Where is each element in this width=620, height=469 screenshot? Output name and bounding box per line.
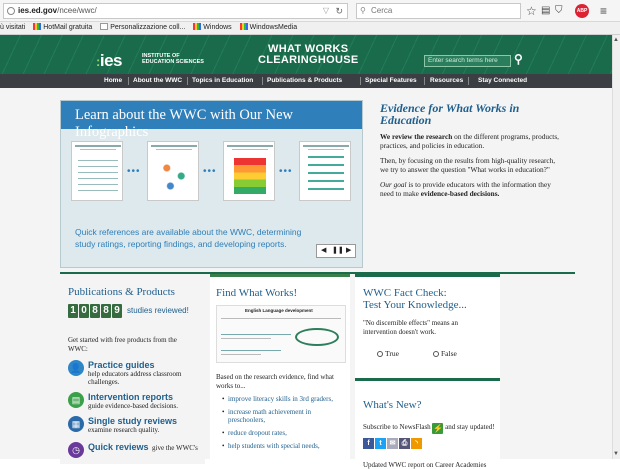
person-icon: 👤 [68,360,84,376]
print-icon[interactable]: ⎙ [399,438,410,449]
msn-icon [193,23,202,30]
dots-icon: ••• [127,166,141,177]
infographic-what-is-wwc[interactable] [71,141,123,201]
bookmark-windows[interactable]: Windows [193,23,232,31]
publications-panel: Publications & Products 10889 studies re… [60,274,205,464]
browser-search-input[interactable]: ⚲ Cerca [356,3,521,19]
find-title[interactable]: Find What Works! [216,287,297,299]
msn-icon [239,23,248,30]
studies-counter: 10889 [68,304,123,318]
list-item[interactable]: improve literacy skills in 3rd graders, [222,395,346,403]
ies-logo[interactable]: :ies [96,51,122,71]
msn-icon [33,23,42,30]
list-item[interactable]: reduce dropout rates, [222,429,346,437]
url-path: /ncee/wwc/ [57,6,97,15]
whats-new-title: What's New? [363,399,422,411]
nav-about[interactable]: About the WWC [133,74,182,88]
wwc-title[interactable]: WHAT WORKS CLEARINGHOUSE [258,44,358,66]
nav-stay-connected[interactable]: Stay Connected [478,74,527,88]
reading-list-icon[interactable]: ▤ [541,3,550,19]
nav-special-features[interactable]: Special Features [365,74,417,88]
radio-true[interactable]: True [377,349,399,358]
page-scrollbar[interactable]: ▲ ▼ [612,35,620,459]
infographic-rates-study[interactable] [147,141,199,201]
radio-icon[interactable] [433,351,439,357]
publications-title[interactable]: Publications & Products [68,286,175,298]
carousel-caption[interactable]: Quick references are available about the… [75,226,310,250]
star-icon[interactable]: ☆ [526,3,537,19]
radio-false[interactable]: False [433,349,457,358]
publications-intro: Get started with free products from the … [68,336,177,353]
dropdown-arrow-icon[interactable]: ▽ [323,4,329,18]
radio-icon[interactable] [377,351,383,357]
main-content: Learn about the WWC with Our New Infogra… [0,88,612,469]
evidence-section: Evidence for What Works in Education We … [380,101,560,198]
whats-new-panel: What's New? Subscribe to NewsFlash ⚡ and… [355,378,500,469]
nav-publications[interactable]: Publications & Products [267,74,342,88]
infographics-strip[interactable]: ••• ••• ••• [71,141,354,205]
clock-icon: ◷ [68,442,84,458]
adblock-icon[interactable]: ABP [575,4,589,18]
dots-icon: ••• [279,166,293,177]
lower-panels: Publications & Products 10889 studies re… [60,272,575,469]
newsflash-icon[interactable]: ⚡ [432,423,444,434]
list-item[interactable]: increase math achievement in preschooler… [222,408,346,424]
next-icon[interactable]: ▶ [346,245,351,257]
report-icon: ▤ [68,392,84,408]
newsflash-subscribe: Subscribe to NewsFlash ⚡ and stay update… [363,423,495,434]
evidence-title: Evidence for What Works in Education [380,101,520,127]
search-icon[interactable]: ⚲ [514,52,523,66]
infographic-reporting[interactable] [299,141,351,201]
bookmark-windowsmedia[interactable]: WindowsMedia [239,23,297,31]
carousel-controls: ◀ ❚❚ ▶ [316,244,356,258]
url-domain: ies.ed.gov [18,6,58,15]
dots-icon: ••• [203,166,217,177]
url-bar[interactable]: ies.ed.gov/ncee/wwc/ ▽ ↻ [3,3,348,19]
social-icons: f t ✉ ⎙ ◝ [363,437,423,449]
twitter-icon[interactable]: t [375,438,386,449]
email-icon[interactable]: ✉ [387,438,398,449]
infographics-carousel: Learn about the WWC with Our New Infogra… [60,100,363,268]
scroll-down-icon[interactable]: ▼ [613,451,619,457]
scroll-up-icon[interactable]: ▲ [613,37,619,43]
nav-home[interactable]: Home [104,74,122,88]
menu-icon[interactable]: ≡ [600,3,607,19]
list-item[interactable]: help students with special needs, [222,442,346,450]
prev-icon[interactable]: ◀ [321,245,326,257]
browser-search-placeholder: Cerca [371,6,393,15]
browser-toolbar: ies.ed.gov/ncee/wwc/ ▽ ↻ ⚲ Cerca ☆ ▤ ⛉ ⬇… [0,0,620,22]
find-what-works-panel: Find What Works! English Language develo… [210,274,350,464]
search-icon: ⚲ [360,6,366,15]
find-list: improve literacy skills in 3rd graders, … [222,395,346,455]
main-nav: Home About the WWC Topics in Education P… [0,74,612,88]
nav-topics[interactable]: Topics in Education [192,74,253,88]
site-header: :ies INSTITUTE OF EDUCATION SCIENCES WHAT… [0,35,612,74]
pocket-icon[interactable]: ⛉ [555,3,563,19]
find-what-works-image[interactable]: English Language development [216,305,346,363]
fact-check-title: WWC Fact Check: Test Your Knowledge... [363,287,467,311]
bookmarks-bar: ù visitati HotMail gratuita Personalizza… [0,22,620,35]
nav-resources[interactable]: Resources [430,74,463,88]
document-icon: ▦ [68,416,84,432]
page-icon [100,23,109,30]
facebook-icon[interactable]: f [363,438,374,449]
fact-check-panel: WWC Fact Check: Test Your Knowledge... "N… [355,274,500,469]
site-search-input[interactable]: Enter search terms here [424,55,511,67]
bookmark-visited[interactable]: ù visitati [0,24,25,31]
bookmark-hotmail[interactable]: HotMail gratuita [33,23,92,31]
fact-check-question: "No discernible effects" means an interv… [363,319,458,336]
globe-icon [7,7,15,15]
rss-icon[interactable]: ◝ [411,438,422,449]
find-intro: Based on the research evidence, find wha… [216,373,334,390]
infographic-intervention-report[interactable] [223,141,275,201]
carousel-title[interactable]: Learn about the WWC with Our New Infogra… [75,107,362,141]
pause-icon[interactable]: ❚❚ [332,245,344,257]
studies-counter-label[interactable]: studies reviewed! [127,306,189,315]
ies-logo-subtitle: INSTITUTE OF EDUCATION SCIENCES [142,53,204,65]
reload-icon[interactable]: ↻ [335,4,343,18]
update-link[interactable]: Updated WWC report on Career Academies [363,461,486,469]
bookmark-personalization[interactable]: Personalizzazione coll... [100,23,185,31]
